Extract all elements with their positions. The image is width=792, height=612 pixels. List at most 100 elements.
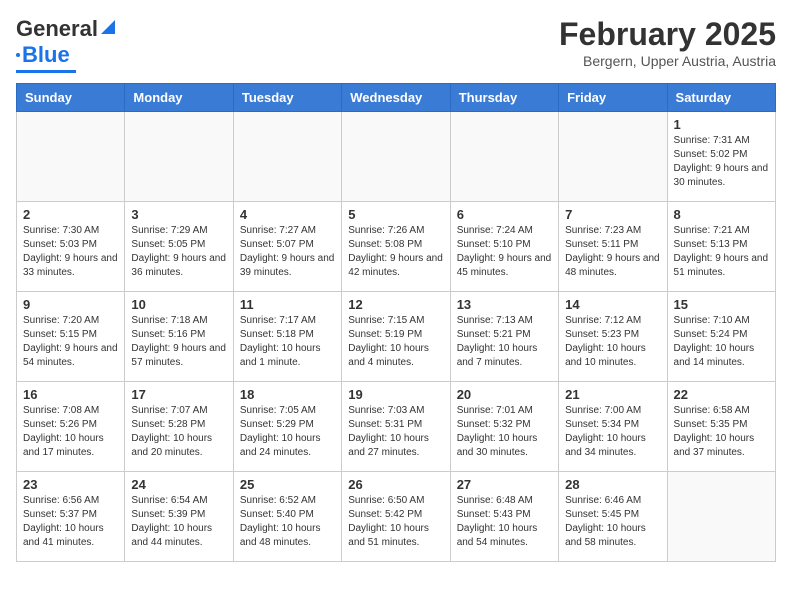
calendar-cell: 5Sunrise: 7:26 AM Sunset: 5:08 PM Daylig… [342, 202, 450, 292]
day-info: Sunrise: 7:21 AM Sunset: 5:13 PM Dayligh… [674, 224, 769, 280]
calendar-cell: 9 Sunrise: 7:20 AM Sunset: 5:15 PM Daylig… [17, 292, 125, 382]
calendar-cell [17, 112, 125, 202]
calendar-header-row: SundayMondayTuesdayWednesdayThursdayFrid… [17, 84, 776, 112]
day-number: 12 [348, 297, 443, 312]
day-info: Sunrise: 7:08 AM Sunset: 5:26 PM Dayligh… [23, 404, 118, 460]
week-row-4: 23Sunrise: 6:56 AM Sunset: 5:37 PM Dayli… [17, 472, 776, 562]
day-info: Sunrise: 7:29 AM Sunset: 5:05 PM Dayligh… [131, 224, 226, 280]
calendar-cell [450, 112, 558, 202]
day-number: 13 [457, 297, 552, 312]
day-number: 22 [674, 387, 769, 402]
calendar-cell: 1Sunrise: 7:31 AM Sunset: 5:02 PM Daylig… [667, 112, 775, 202]
calendar-cell [667, 472, 775, 562]
day-number: 6 [457, 207, 552, 222]
day-info: Sunrise: 7:05 AM Sunset: 5:29 PM Dayligh… [240, 404, 335, 460]
calendar-table: SundayMondayTuesdayWednesdayThursdayFrid… [16, 83, 776, 562]
day-number: 18 [240, 387, 335, 402]
day-number: 24 [131, 477, 226, 492]
day-number: 26 [348, 477, 443, 492]
calendar-cell: 20 Sunrise: 7:01 AM Sunset: 5:32 PM Dayli… [450, 382, 558, 472]
day-info: Sunrise: 7:15 AM Sunset: 5:19 PM Dayligh… [348, 314, 443, 370]
day-info: Sunrise: 7:18 AM Sunset: 5:16 PM Dayligh… [131, 314, 226, 370]
day-info: Sunrise: 7:07 AM Sunset: 5:28 PM Dayligh… [131, 404, 226, 460]
calendar-cell: 21 Sunrise: 7:00 AM Sunset: 5:34 PM Dayli… [559, 382, 667, 472]
calendar-header-saturday: Saturday [667, 84, 775, 112]
day-info: Sunrise: 6:48 AM Sunset: 5:43 PM Dayligh… [457, 494, 552, 550]
calendar-cell: 26 Sunrise: 6:50 AM Sunset: 5:42 PM Dayli… [342, 472, 450, 562]
day-number: 17 [131, 387, 226, 402]
week-row-1: 2 Sunrise: 7:30 AM Sunset: 5:03 PM Daylig… [17, 202, 776, 292]
calendar-cell: 27 Sunrise: 6:48 AM Sunset: 5:43 PM Dayli… [450, 472, 558, 562]
day-info: Sunrise: 7:03 AM Sunset: 5:31 PM Dayligh… [348, 404, 443, 460]
day-info: Sunrise: 6:58 AM Sunset: 5:35 PM Dayligh… [674, 404, 769, 460]
logo-general: General [16, 16, 98, 42]
day-number: 8 [674, 207, 769, 222]
day-info: Sunrise: 7:20 AM Sunset: 5:15 PM Dayligh… [23, 314, 118, 370]
title-section: February 2025 Bergern, Upper Austria, Au… [559, 16, 776, 69]
day-info: Sunrise: 6:54 AM Sunset: 5:39 PM Dayligh… [131, 494, 226, 550]
calendar-cell: 28Sunrise: 6:46 AM Sunset: 5:45 PM Dayli… [559, 472, 667, 562]
day-info: Sunrise: 7:01 AM Sunset: 5:32 PM Dayligh… [457, 404, 552, 460]
calendar-cell: 8 Sunrise: 7:21 AM Sunset: 5:13 PM Daylig… [667, 202, 775, 292]
calendar-cell: 16 Sunrise: 7:08 AM Sunset: 5:26 PM Dayli… [17, 382, 125, 472]
day-info: Sunrise: 7:31 AM Sunset: 5:02 PM Dayligh… [674, 134, 769, 190]
day-number: 10 [131, 297, 226, 312]
day-number: 23 [23, 477, 118, 492]
calendar-cell: 4 Sunrise: 7:27 AM Sunset: 5:07 PM Daylig… [233, 202, 341, 292]
logo-underline [16, 70, 76, 73]
day-info: Sunrise: 7:23 AM Sunset: 5:11 PM Dayligh… [565, 224, 660, 280]
day-info: Sunrise: 7:26 AM Sunset: 5:08 PM Dayligh… [348, 224, 443, 280]
day-info: Sunrise: 7:27 AM Sunset: 5:07 PM Dayligh… [240, 224, 335, 280]
calendar-header-sunday: Sunday [17, 84, 125, 112]
day-info: Sunrise: 7:13 AM Sunset: 5:21 PM Dayligh… [457, 314, 552, 370]
day-number: 11 [240, 297, 335, 312]
day-info: Sunrise: 7:00 AM Sunset: 5:34 PM Dayligh… [565, 404, 660, 460]
day-number: 25 [240, 477, 335, 492]
day-number: 4 [240, 207, 335, 222]
calendar-cell: 12 Sunrise: 7:15 AM Sunset: 5:19 PM Dayli… [342, 292, 450, 382]
day-info: Sunrise: 6:52 AM Sunset: 5:40 PM Dayligh… [240, 494, 335, 550]
day-number: 7 [565, 207, 660, 222]
calendar-cell: 15 Sunrise: 7:10 AM Sunset: 5:24 PM Dayli… [667, 292, 775, 382]
page-title: February 2025 [559, 16, 776, 53]
calendar-cell: 25 Sunrise: 6:52 AM Sunset: 5:40 PM Dayli… [233, 472, 341, 562]
calendar-header-thursday: Thursday [450, 84, 558, 112]
logo: General Blue [16, 16, 117, 73]
day-number: 3 [131, 207, 226, 222]
calendar-header-monday: Monday [125, 84, 233, 112]
day-number: 2 [23, 207, 118, 222]
calendar-cell: 11Sunrise: 7:17 AM Sunset: 5:18 PM Dayli… [233, 292, 341, 382]
day-number: 20 [457, 387, 552, 402]
day-info: Sunrise: 7:12 AM Sunset: 5:23 PM Dayligh… [565, 314, 660, 370]
calendar-cell: 10 Sunrise: 7:18 AM Sunset: 5:16 PM Dayli… [125, 292, 233, 382]
day-number: 28 [565, 477, 660, 492]
calendar-cell [125, 112, 233, 202]
calendar-cell: 6 Sunrise: 7:24 AM Sunset: 5:10 PM Daylig… [450, 202, 558, 292]
calendar-cell [342, 112, 450, 202]
page-header: General Blue February 2025 Bergern, Uppe… [16, 16, 776, 73]
day-number: 21 [565, 387, 660, 402]
calendar-cell: 18 Sunrise: 7:05 AM Sunset: 5:29 PM Dayli… [233, 382, 341, 472]
day-number: 27 [457, 477, 552, 492]
page-subtitle: Bergern, Upper Austria, Austria [559, 53, 776, 69]
calendar-cell [559, 112, 667, 202]
calendar-cell: 7 Sunrise: 7:23 AM Sunset: 5:11 PM Daylig… [559, 202, 667, 292]
day-number: 19 [348, 387, 443, 402]
calendar-cell: 24 Sunrise: 6:54 AM Sunset: 5:39 PM Dayli… [125, 472, 233, 562]
logo-triangle-icon [99, 18, 117, 36]
day-info: Sunrise: 7:24 AM Sunset: 5:10 PM Dayligh… [457, 224, 552, 280]
day-info: Sunrise: 6:50 AM Sunset: 5:42 PM Dayligh… [348, 494, 443, 550]
calendar-cell [233, 112, 341, 202]
calendar-cell: 19 Sunrise: 7:03 AM Sunset: 5:31 PM Dayli… [342, 382, 450, 472]
day-info: Sunrise: 7:10 AM Sunset: 5:24 PM Dayligh… [674, 314, 769, 370]
day-number: 16 [23, 387, 118, 402]
week-row-2: 9 Sunrise: 7:20 AM Sunset: 5:15 PM Daylig… [17, 292, 776, 382]
calendar-cell: 17 Sunrise: 7:07 AM Sunset: 5:28 PM Dayli… [125, 382, 233, 472]
day-number: 14 [565, 297, 660, 312]
calendar-header-wednesday: Wednesday [342, 84, 450, 112]
day-number: 15 [674, 297, 769, 312]
calendar-cell: 2 Sunrise: 7:30 AM Sunset: 5:03 PM Daylig… [17, 202, 125, 292]
calendar-header-tuesday: Tuesday [233, 84, 341, 112]
day-info: Sunrise: 7:30 AM Sunset: 5:03 PM Dayligh… [23, 224, 118, 280]
day-number: 9 [23, 297, 118, 312]
